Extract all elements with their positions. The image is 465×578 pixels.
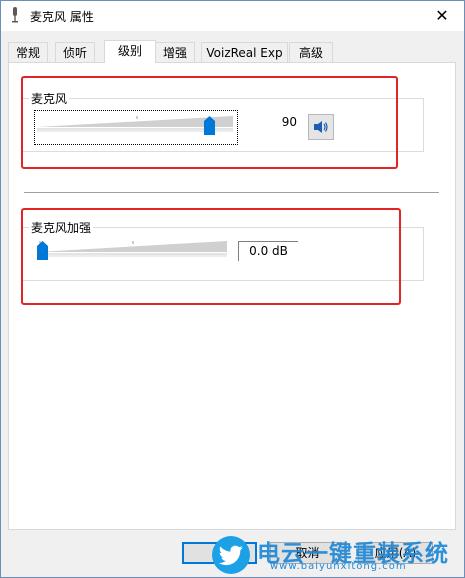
watermark-url: www.baiyunxitong.com	[270, 561, 407, 572]
tab-enhancements[interactable]: 增强	[155, 42, 195, 62]
tab-levels[interactable]: 级别	[104, 40, 156, 63]
tab-advanced[interactable]: 高级	[289, 42, 333, 62]
close-icon: ✕	[435, 6, 449, 25]
microphone-icon	[12, 7, 18, 23]
window-title: 麦克风 属性	[30, 10, 94, 24]
tab-general[interactable]: 常规	[8, 42, 48, 62]
bird-logo-icon	[212, 536, 250, 574]
close-button[interactable]: ✕	[419, 0, 465, 31]
tab-voizreal[interactable]: VoizReal Exp	[201, 42, 288, 62]
tab-listen[interactable]: 侦听	[55, 42, 95, 62]
highlight-box	[21, 76, 398, 169]
highlight-box	[21, 208, 401, 305]
title-bar: 麦克风 属性 ✕	[0, 0, 465, 31]
watermark: 电云一键重装系统 www.baiyunxitong.com	[212, 532, 465, 578]
group-separator	[24, 192, 439, 193]
